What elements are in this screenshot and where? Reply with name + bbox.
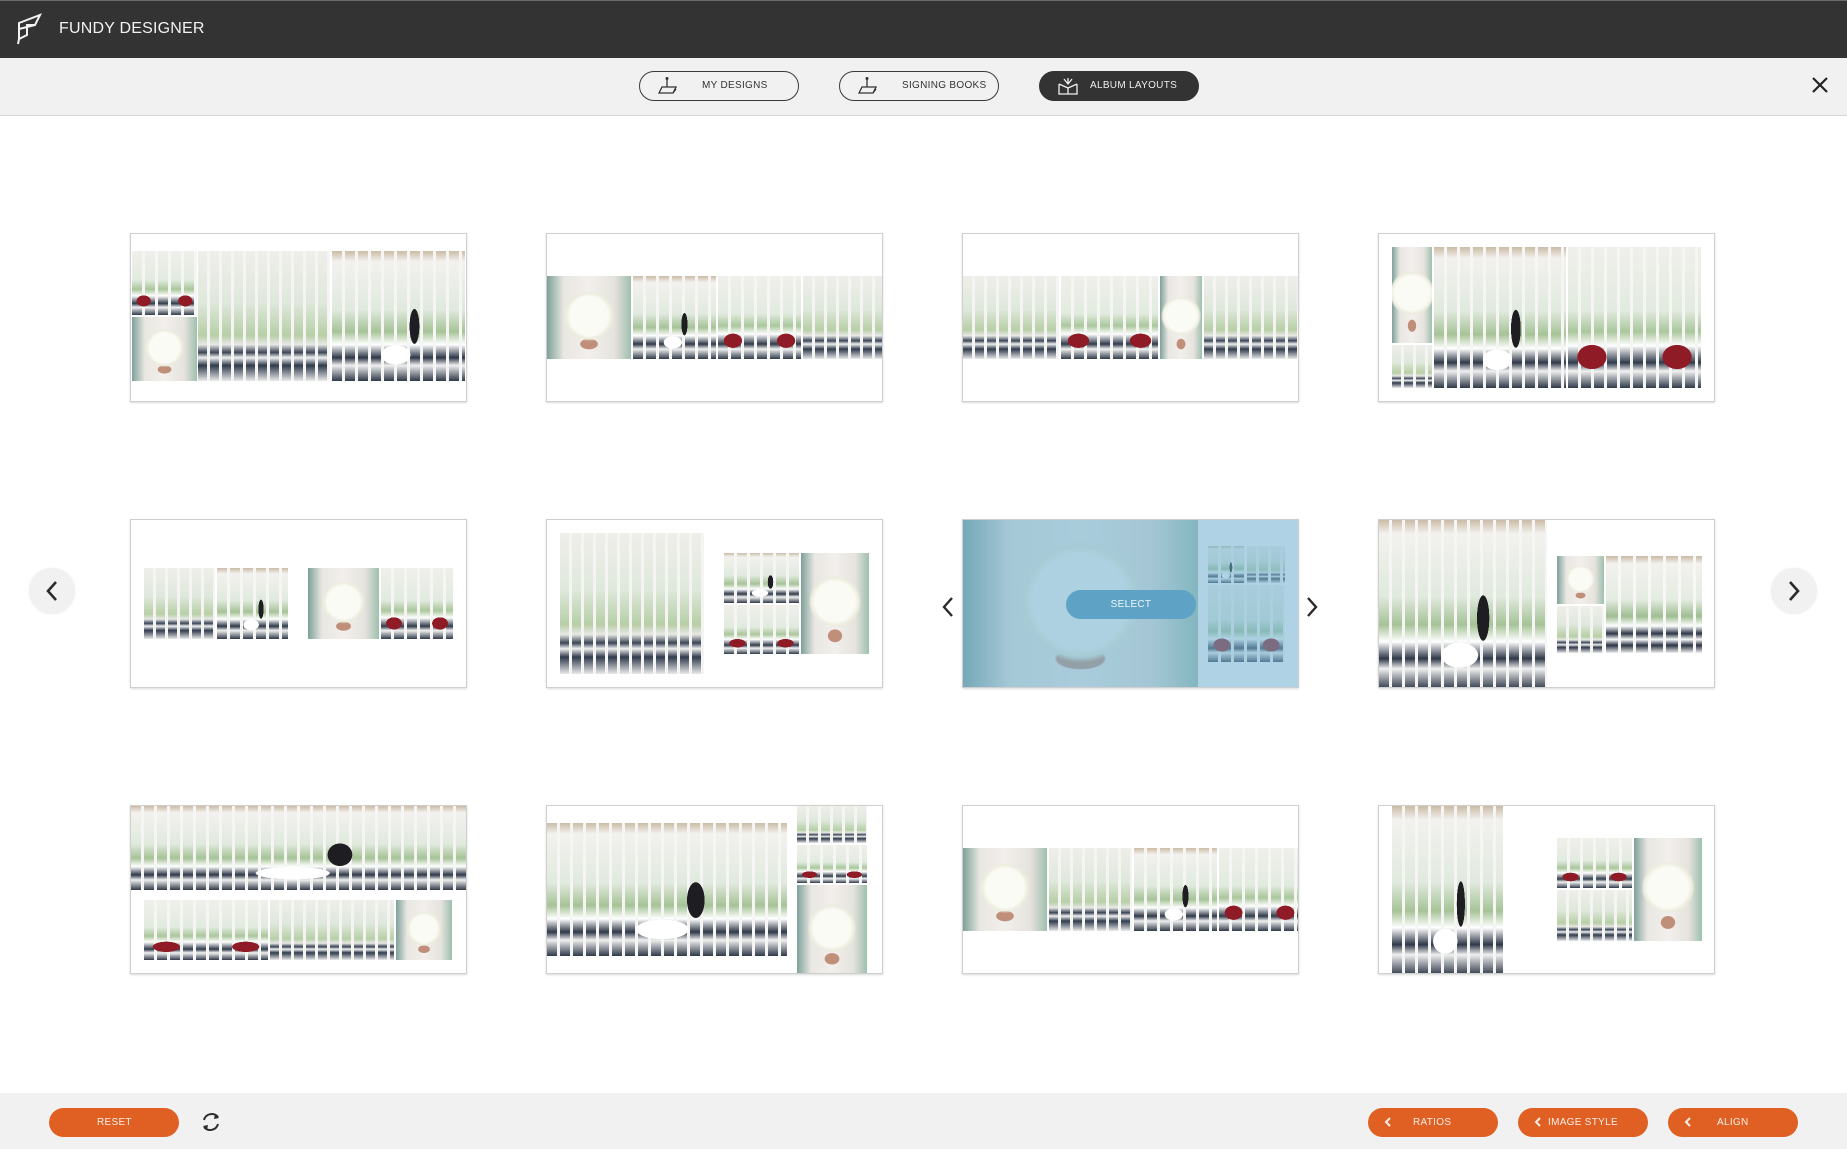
tab-signing-books[interactable]: SIGNING BOOKS bbox=[839, 71, 999, 101]
chevron-right-icon bbox=[1789, 581, 1800, 601]
gallery-next-button[interactable] bbox=[1771, 568, 1817, 614]
photo bbox=[801, 553, 869, 654]
bottom-toolbar: RESET RATIOS IMAGE STYLE ALIGN bbox=[0, 1093, 1847, 1149]
refresh-icon[interactable] bbox=[199, 1110, 223, 1134]
app-title: FUNDY DESIGNER bbox=[59, 20, 205, 37]
photo bbox=[1219, 848, 1298, 931]
chevron-right-icon[interactable] bbox=[1304, 595, 1320, 619]
title-bar: FUNDY DESIGNER bbox=[0, 0, 1847, 58]
photo bbox=[308, 568, 379, 639]
photo bbox=[217, 568, 288, 639]
tab-label: MY DESIGNS bbox=[702, 80, 768, 91]
photo bbox=[797, 885, 867, 973]
layout-card-3[interactable] bbox=[962, 233, 1299, 402]
photo bbox=[1606, 556, 1702, 653]
tab-bar: MY DESIGNS SIGNING BOOKS ALBUM LAYOUTS bbox=[0, 58, 1847, 116]
photo bbox=[1134, 848, 1217, 931]
align-label: ALIGN bbox=[1717, 1117, 1749, 1128]
photo bbox=[724, 605, 799, 654]
photo bbox=[718, 276, 801, 359]
photo bbox=[547, 823, 787, 956]
tab-label: ALBUM LAYOUTS bbox=[1090, 80, 1178, 91]
photo bbox=[803, 276, 882, 359]
photo bbox=[1061, 276, 1158, 359]
photo bbox=[1557, 556, 1604, 604]
ratios-label: RATIOS bbox=[1413, 1117, 1452, 1128]
photo bbox=[1557, 838, 1632, 888]
photo bbox=[724, 553, 799, 603]
photo bbox=[270, 900, 394, 960]
photo bbox=[131, 806, 466, 890]
photo bbox=[1049, 848, 1132, 931]
align-button[interactable]: ALIGN bbox=[1668, 1108, 1798, 1137]
fundy-logo-icon bbox=[17, 13, 43, 45]
chevron-left-icon[interactable] bbox=[940, 595, 956, 619]
photo bbox=[381, 568, 453, 639]
reset-button[interactable]: RESET bbox=[49, 1108, 179, 1137]
layout-card-8[interactable] bbox=[1378, 519, 1715, 688]
photo bbox=[1392, 806, 1503, 973]
photo bbox=[547, 276, 631, 359]
photo bbox=[132, 251, 197, 315]
pen-book-icon bbox=[857, 77, 878, 94]
photo bbox=[1568, 247, 1701, 388]
photo bbox=[1204, 276, 1298, 359]
layout-card-11[interactable] bbox=[962, 805, 1299, 974]
tab-my-designs[interactable]: MY DESIGNS bbox=[639, 71, 799, 101]
layout-card-10[interactable] bbox=[546, 805, 883, 974]
gallery-prev-button[interactable] bbox=[29, 568, 75, 614]
chevron-left-icon bbox=[1684, 1117, 1691, 1127]
image-style-label: IMAGE STYLE bbox=[1548, 1117, 1618, 1128]
photo bbox=[797, 806, 867, 843]
photo bbox=[963, 276, 1059, 359]
layout-gallery: SELECT bbox=[0, 117, 1847, 1093]
pen-book-icon bbox=[657, 77, 678, 94]
photo bbox=[198, 251, 330, 381]
select-button[interactable]: SELECT bbox=[1066, 590, 1196, 619]
layout-card-9[interactable] bbox=[130, 805, 467, 974]
photo bbox=[1160, 276, 1202, 359]
layout-card-1[interactable] bbox=[130, 233, 467, 402]
photo bbox=[1557, 606, 1604, 653]
photo bbox=[1392, 247, 1432, 343]
layout-card-5[interactable] bbox=[130, 519, 467, 688]
photo bbox=[633, 276, 716, 359]
photo bbox=[797, 845, 867, 883]
photo bbox=[560, 533, 704, 674]
photo bbox=[1557, 890, 1632, 941]
photo bbox=[1434, 247, 1566, 388]
chevron-left-icon bbox=[1534, 1117, 1541, 1127]
layout-card-2[interactable] bbox=[546, 233, 883, 402]
layout-card-4[interactable] bbox=[1378, 233, 1715, 402]
chevron-left-icon bbox=[46, 581, 57, 601]
photo bbox=[132, 317, 197, 381]
photo bbox=[144, 900, 268, 960]
photo bbox=[1392, 345, 1432, 388]
photo bbox=[144, 568, 215, 639]
reset-label: RESET bbox=[97, 1117, 132, 1128]
layout-card-7[interactable]: SELECT bbox=[962, 519, 1299, 688]
layout-card-6[interactable] bbox=[546, 519, 883, 688]
image-style-button[interactable]: IMAGE STYLE bbox=[1518, 1108, 1648, 1137]
open-album-icon bbox=[1058, 78, 1078, 95]
photo bbox=[1379, 520, 1547, 687]
ratios-button[interactable]: RATIOS bbox=[1368, 1108, 1498, 1137]
photo bbox=[332, 251, 465, 381]
chevron-left-icon bbox=[1384, 1117, 1391, 1127]
close-icon[interactable] bbox=[1811, 76, 1829, 94]
photo bbox=[396, 900, 452, 960]
photo bbox=[963, 848, 1047, 931]
photo bbox=[1634, 838, 1702, 941]
tab-album-layouts[interactable]: ALBUM LAYOUTS bbox=[1039, 71, 1199, 101]
layout-card-12[interactable] bbox=[1378, 805, 1715, 974]
tab-label: SIGNING BOOKS bbox=[902, 80, 987, 91]
